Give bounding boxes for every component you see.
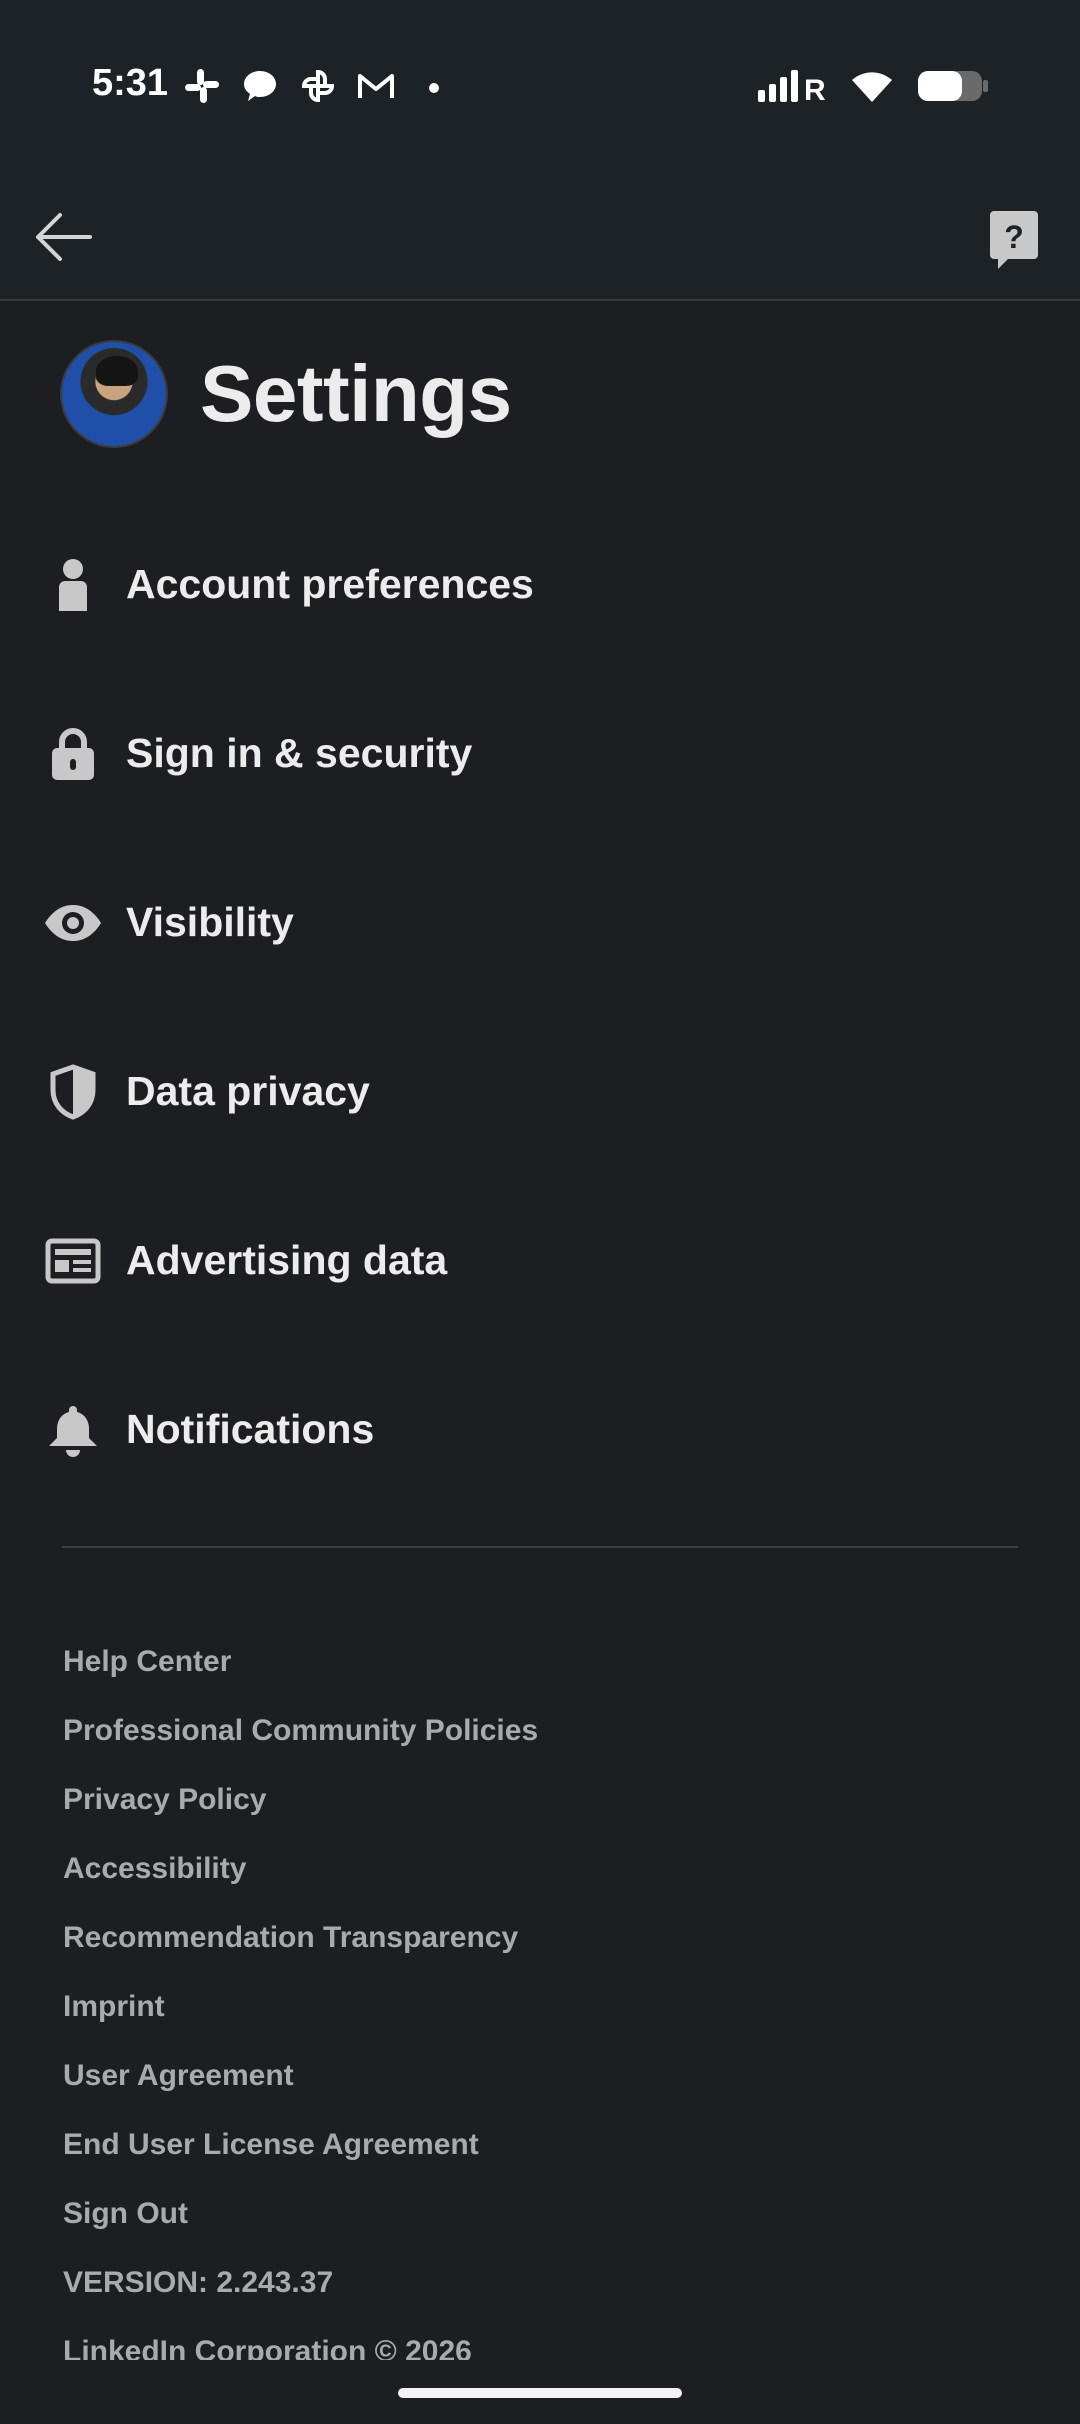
menu-item-visibility[interactable]: Visibility	[0, 838, 1080, 1007]
slack-icon	[182, 66, 222, 106]
avatar[interactable]	[60, 340, 168, 448]
menu-item-label: Visibility	[126, 899, 294, 945]
settings-menu: Account preferences Sign in & security V…	[0, 500, 1080, 1514]
wifi-icon	[850, 66, 894, 111]
status-time: 5:31	[92, 62, 169, 104]
eye-icon	[42, 892, 104, 954]
menu-item-notifications[interactable]: Notifications	[0, 1345, 1080, 1514]
menu-item-label: Account preferences	[126, 561, 534, 607]
version-label: VERSION: 2.243.37	[63, 2266, 334, 2299]
system-icons: R	[756, 66, 990, 111]
settings-header: Settings	[60, 340, 512, 448]
system-nav-bar	[0, 2360, 1080, 2424]
menu-item-label: Advertising data	[126, 1237, 448, 1283]
arrow-left-icon	[36, 213, 92, 261]
footer-link-accessibility[interactable]: Accessibility	[63, 1843, 538, 1912]
footer-link-community-policies[interactable]: Professional Community Policies	[63, 1705, 538, 1774]
roaming-label: R	[804, 74, 826, 106]
menu-item-sign-in-security[interactable]: Sign in & security	[0, 669, 1080, 838]
footer-link-eula[interactable]: End User License Agreement	[63, 2119, 538, 2188]
dot-icon	[414, 66, 454, 106]
menu-item-label: Data privacy	[126, 1068, 370, 1114]
settings-screen: 5:31 R ? Settings Account preferences Si…	[0, 0, 1080, 2424]
app-bar: ?	[0, 175, 1080, 301]
bell-icon	[42, 1399, 104, 1461]
chat-bubble-icon	[240, 66, 280, 106]
footer-link-user-agreement[interactable]: User Agreement	[63, 2050, 538, 2119]
svg-text:?: ?	[1004, 219, 1024, 255]
ad-card-icon	[42, 1230, 104, 1292]
help-button[interactable]: ?	[986, 209, 1042, 271]
footer-link-privacy-policy[interactable]: Privacy Policy	[63, 1774, 538, 1843]
signal-icon: R	[756, 66, 828, 111]
menu-item-account-preferences[interactable]: Account preferences	[0, 500, 1080, 669]
divider	[62, 1546, 1018, 1548]
page-title: Settings	[200, 349, 512, 438]
help-question-icon: ?	[990, 211, 1038, 269]
shield-icon	[42, 1061, 104, 1123]
person-icon	[42, 554, 104, 616]
footer-link-imprint[interactable]: Imprint	[63, 1981, 538, 2050]
menu-item-label: Sign in & security	[126, 730, 473, 776]
footer-link-help-center[interactable]: Help Center	[63, 1636, 538, 1705]
menu-item-data-privacy[interactable]: Data privacy	[0, 1007, 1080, 1176]
pinwheel-icon	[298, 66, 338, 106]
home-indicator[interactable]	[398, 2388, 682, 2398]
footer-links: Help Center Professional Community Polic…	[63, 1636, 538, 2326]
status-bar: 5:31 R	[0, 0, 1080, 175]
copyright-container: LinkedIn Corporation © 2026	[63, 2330, 763, 2364]
lock-icon	[42, 723, 104, 785]
menu-item-label: Notifications	[126, 1406, 375, 1452]
sign-out-link[interactable]: Sign Out	[63, 2188, 538, 2257]
footer-link-recommendation-transparency[interactable]: Recommendation Transparency	[63, 1912, 538, 1981]
back-button[interactable]	[30, 207, 96, 267]
notification-icons	[182, 66, 454, 106]
menu-item-advertising-data[interactable]: Advertising data	[0, 1176, 1080, 1345]
gmail-icon	[356, 66, 396, 106]
battery-icon	[916, 66, 990, 111]
